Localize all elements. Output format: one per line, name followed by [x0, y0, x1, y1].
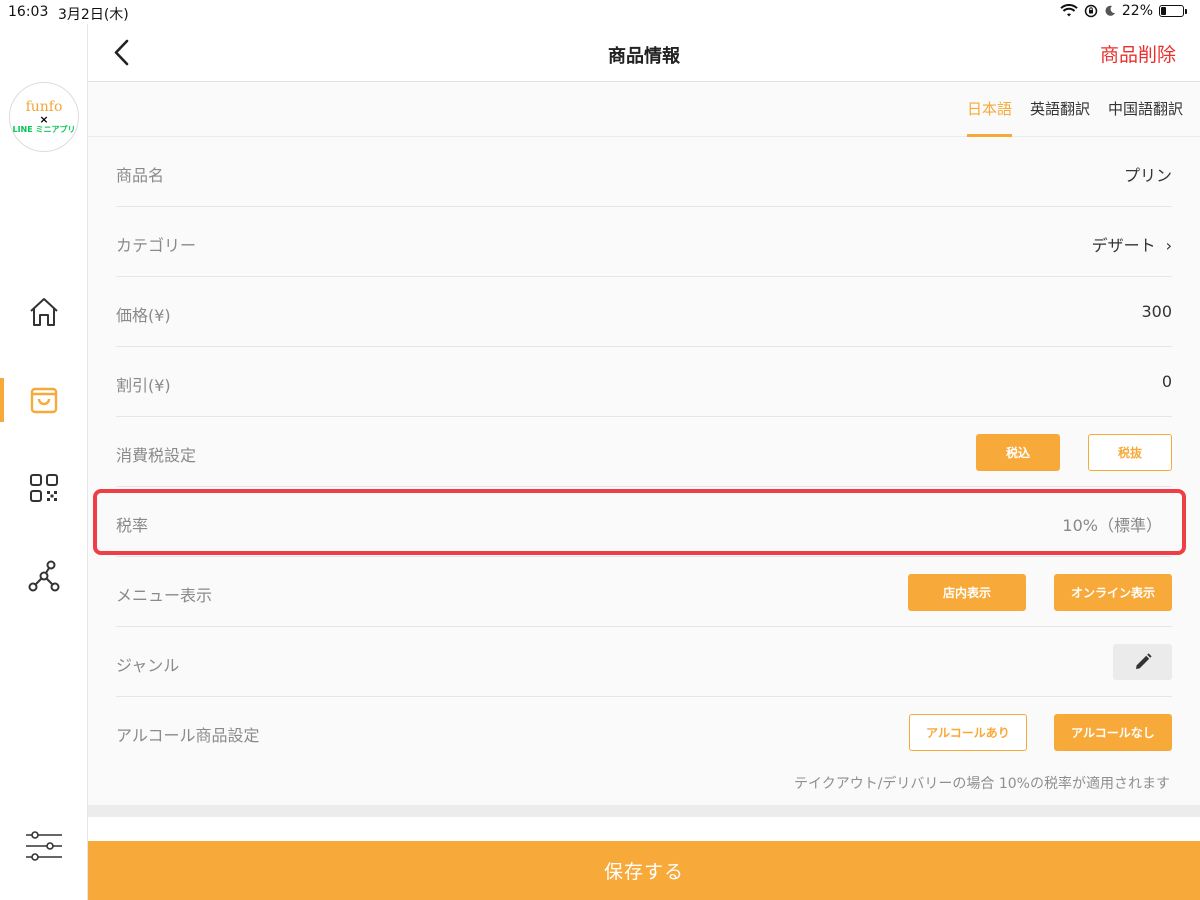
- sidebar-item-home[interactable]: [0, 290, 88, 334]
- price-value[interactable]: 300: [1141, 302, 1172, 321]
- logo-partner: LINE ミニアプリ: [12, 124, 76, 134]
- bottom-spacer: [88, 817, 1200, 841]
- save-button[interactable]: 保存する: [88, 841, 1200, 900]
- genre-label: ジャンル: [116, 656, 180, 675]
- orientation-lock-icon: [1084, 4, 1098, 18]
- category-value[interactable]: デザート ›: [1092, 232, 1172, 256]
- sidebar: funfo × LINE ミニアプリ: [0, 24, 88, 900]
- category-value-text: デザート: [1091, 236, 1156, 255]
- row-tax-rate[interactable]: 税率 10%（標準）: [116, 487, 1172, 557]
- row-tax-setting: 消費税設定 税込 税抜: [116, 417, 1172, 487]
- product-name-label: 商品名: [116, 166, 165, 185]
- chevron-right-icon: ›: [1165, 236, 1172, 255]
- row-menu-display: メニュー表示 店内表示 オンライン表示: [116, 557, 1172, 627]
- tab-chinese-translation[interactable]: 中国語翻訳: [1108, 98, 1183, 137]
- sidebar-item-products[interactable]: [0, 378, 88, 422]
- product-form: 商品名 プリン カテゴリー デザート › 価格(¥) 300 割引(¥) 0 消費…: [88, 137, 1200, 805]
- moon-icon: [1105, 5, 1115, 16]
- row-product-name[interactable]: 商品名 プリン: [116, 137, 1172, 207]
- section-divider: [88, 805, 1200, 817]
- logo-brand: funfo: [25, 98, 63, 115]
- alcohol-yes-button[interactable]: アルコールあり: [909, 714, 1027, 751]
- shopping-bag-icon: [30, 387, 58, 414]
- page-header: 商品情報 商品削除: [88, 24, 1200, 82]
- logo-cross: ×: [39, 112, 49, 126]
- tab-english-translation[interactable]: 英語翻訳: [1030, 98, 1090, 137]
- status-time: 16:03: [8, 4, 49, 20]
- battery-percentage: 22%: [1121, 3, 1153, 19]
- home-icon: [30, 298, 58, 326]
- battery-fill: [1161, 7, 1166, 15]
- category-label: カテゴリー: [116, 236, 197, 255]
- tax-setting-label: 消費税設定: [116, 446, 197, 465]
- tax-excluded-button[interactable]: 税抜: [1088, 434, 1172, 471]
- status-date: 3月2日(木): [58, 7, 129, 23]
- row-genre: ジャンル: [116, 627, 1172, 697]
- row-price[interactable]: 価格(¥) 300: [116, 277, 1172, 347]
- share-network-icon: [28, 560, 60, 592]
- app-logo: funfo × LINE ミニアプリ: [9, 82, 79, 152]
- battery-icon: [1159, 5, 1187, 17]
- status-indicators: 22%: [1060, 3, 1187, 19]
- row-discount[interactable]: 割引(¥) 0: [116, 347, 1172, 417]
- delete-product-button[interactable]: 商品削除: [1100, 40, 1176, 67]
- pencil-icon: [1135, 653, 1152, 669]
- sidebar-item-settings[interactable]: [0, 824, 88, 868]
- genre-edit-button[interactable]: [1113, 644, 1172, 680]
- alcohol-no-button[interactable]: アルコールなし: [1054, 714, 1172, 751]
- status-bar: 16:03 3月2日(木) 22%: [0, 0, 1200, 24]
- alcohol-label: アルコール商品設定: [116, 726, 260, 745]
- tax-included-button[interactable]: 税込: [976, 434, 1060, 471]
- qr-code-icon: [30, 474, 58, 502]
- wifi-icon: [1060, 4, 1078, 17]
- page-title: 商品情報: [608, 46, 680, 67]
- tax-note: テイクアウト/デリバリーの場合 10%の税率が適用されます: [793, 776, 1170, 792]
- tax-rate-value[interactable]: 10%（標準）: [1062, 512, 1162, 536]
- sidebar-item-share[interactable]: [0, 554, 88, 598]
- product-name-value[interactable]: プリン: [1124, 162, 1172, 186]
- sidebar-item-qr[interactable]: [0, 466, 88, 510]
- row-category[interactable]: カテゴリー デザート ›: [116, 207, 1172, 277]
- sliders-icon: [26, 831, 62, 861]
- discount-label: 割引(¥): [116, 376, 171, 395]
- menu-display-label: メニュー表示: [116, 586, 213, 605]
- language-tabs: 日本語 英語翻訳 中国語翻訳: [88, 82, 1200, 137]
- online-display-button[interactable]: オンライン表示: [1054, 574, 1172, 611]
- row-alcohol: アルコール商品設定 アルコールあり アルコールなし: [116, 697, 1172, 767]
- in-store-display-button[interactable]: 店内表示: [908, 574, 1026, 611]
- tax-rate-label: 税率: [116, 516, 149, 535]
- tab-japanese[interactable]: 日本語: [967, 98, 1013, 137]
- price-label: 価格(¥): [116, 306, 171, 325]
- discount-value[interactable]: 0: [1162, 372, 1172, 391]
